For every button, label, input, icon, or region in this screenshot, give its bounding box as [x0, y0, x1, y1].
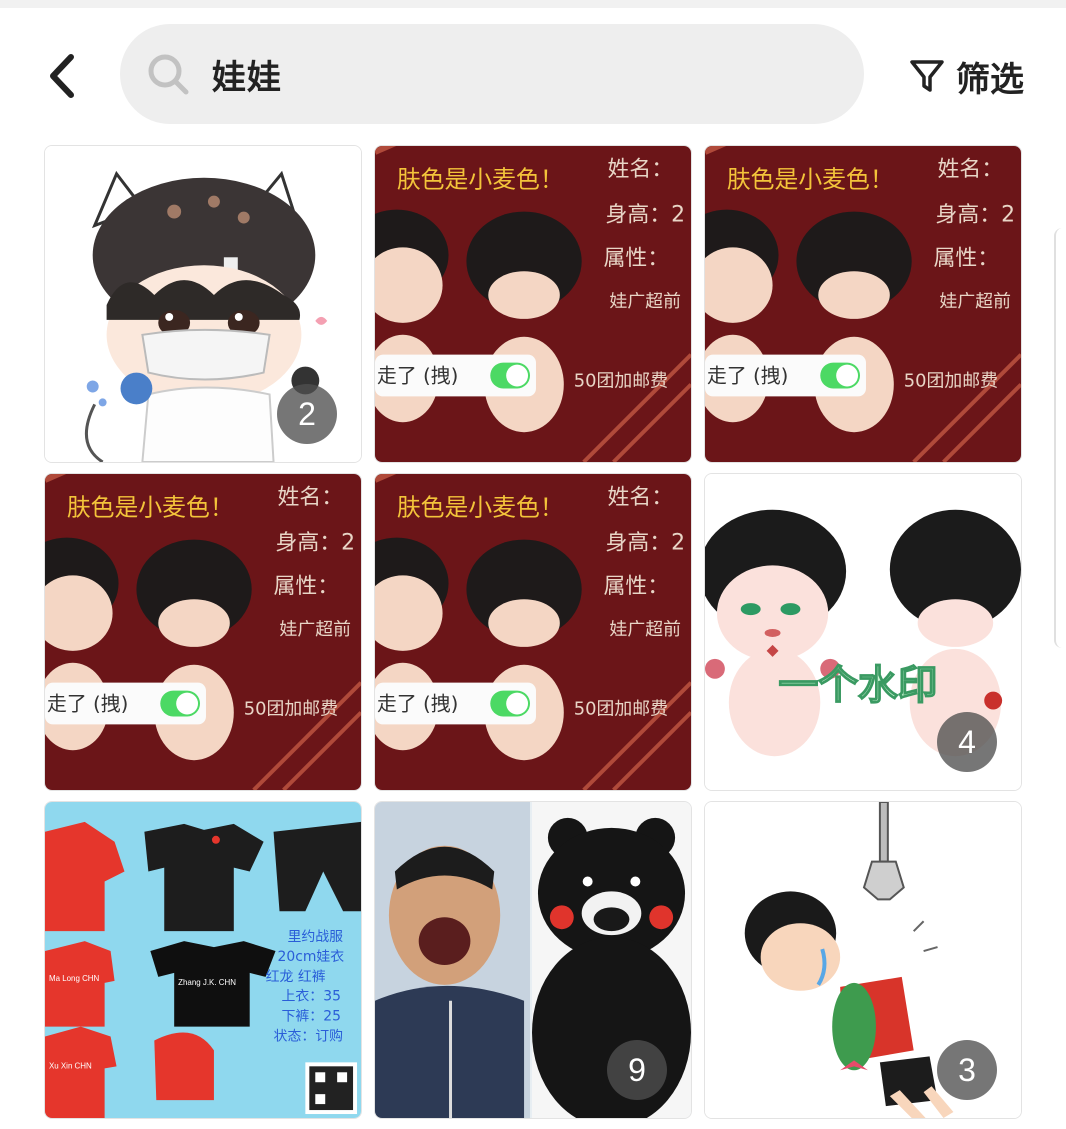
image-count-badge: 4	[937, 712, 997, 772]
image-tile-8[interactable]: 9	[374, 801, 692, 1119]
image-count-badge: 9	[607, 1040, 667, 1100]
image-tile-1[interactable]: 2	[44, 145, 362, 463]
tile-caption: 肤色是小麦色！	[397, 166, 564, 194]
tile-side-text: 属性：	[604, 246, 670, 271]
tile-side-text: 50团加邮费	[574, 698, 668, 719]
tile-side-text: 身高：2	[606, 531, 686, 556]
image-tile-7[interactable]: Ma Long CHN Zhang J.K. CHN Xu Xin CHN 里约…	[44, 801, 362, 1119]
tile-side-text: 娃广超前	[610, 619, 682, 640]
tile-side-text: 身高：2	[606, 203, 686, 228]
shirt-label: Xu Xin CHN	[49, 1061, 92, 1070]
tile-side-text: 娃广超前	[610, 291, 682, 312]
search-icon	[146, 52, 190, 96]
tile-toggle-text: 走了 (拽)	[377, 693, 458, 716]
filter-label: 筛选	[956, 59, 1024, 100]
image-tile-5[interactable]: 肤色是小麦色！ 姓名： 身高：2 属性： 娃广超前 50团加邮费 走了 (拽)	[374, 473, 692, 791]
shirt-label: Zhang J.K. CHN	[178, 978, 236, 987]
tile-side-text: 上衣：35	[282, 989, 341, 1005]
tile-side-text: 50团加邮费	[244, 698, 338, 719]
tile-caption: 肤色是小麦色！	[397, 494, 564, 522]
tile-side-text: 身高：2	[936, 203, 1016, 228]
tile-caption: 肤色是小麦色！	[727, 166, 894, 194]
watermark-text: 一个水印	[779, 663, 938, 709]
filter-button[interactable]: 筛选	[908, 50, 1024, 102]
image-count-badge: 3	[937, 1040, 997, 1100]
back-button[interactable]	[34, 48, 90, 104]
image-tile-2[interactable]: 肤色是小麦色！ 姓名： 身高：2 属性： 娃广超前 50团加邮费 走了 (拽)	[374, 145, 692, 463]
tile-side-text: 红龙 红裤	[266, 969, 326, 985]
image-tile-4[interactable]: 肤色是小麦色！ 姓名： 身高：2 属性： 娃广超前 50团加邮费 走了 (拽)	[44, 473, 362, 791]
tile-toggle-text: 走了 (拽)	[707, 365, 788, 388]
tile-side-text: 50团加邮费	[904, 370, 998, 391]
tile-side-text: 娃广超前	[940, 291, 1012, 312]
doll-outfits-image: Ma Long CHN Zhang J.K. CHN Xu Xin CHN 里约…	[45, 802, 361, 1118]
tile-side-text: 属性：	[274, 574, 340, 599]
tile-side-text: 下裤：25	[282, 1009, 341, 1025]
tile-side-text: 状态：订购	[274, 1028, 344, 1044]
tile-side-text: 姓名：	[608, 157, 674, 182]
doll-skin-tone-image: 肤色是小麦色！ 姓名： 身高：2 属性： 娃广超前 50团加邮费 走了 (拽)	[375, 474, 691, 790]
shirt-label: Ma Long CHN	[49, 974, 100, 983]
doll-skin-tone-image: 肤色是小麦色！ 姓名： 身高：2 属性： 娃广超前 50团加邮费 走了 (拽)	[45, 474, 361, 790]
tile-side-text: 20cm娃衣	[278, 949, 345, 965]
tile-toggle-text: 走了 (拽)	[47, 693, 128, 716]
tile-side-text: 身高：2	[276, 531, 356, 556]
scrollbar-edge	[1054, 228, 1066, 648]
image-count-badge: 2	[277, 384, 337, 444]
back-arrow-icon	[50, 54, 74, 98]
filter-funnel-icon	[910, 60, 944, 92]
status-bar-strip	[0, 0, 1066, 8]
tile-side-text: 里约战服	[287, 929, 343, 945]
tile-side-text: 姓名：	[278, 485, 344, 510]
image-tile-3[interactable]: 肤色是小麦色！ 姓名： 身高：2 属性： 娃广超前 50团加邮费 走了 (拽)	[704, 145, 1022, 463]
tile-toggle-text: 走了 (拽)	[377, 365, 458, 388]
search-query-text: 娃娃	[212, 57, 282, 98]
image-tile-9[interactable]: 3	[704, 801, 1022, 1119]
tile-side-text: 娃广超前	[280, 619, 352, 640]
tile-side-text: 属性：	[604, 574, 670, 599]
tile-side-text: 姓名：	[608, 485, 674, 510]
tile-side-text: 属性：	[934, 246, 1000, 271]
tile-side-text: 50团加邮费	[574, 370, 668, 391]
doll-skin-tone-image: 肤色是小麦色！ 姓名： 身高：2 属性： 娃广超前 50团加邮费 走了 (拽)	[705, 146, 1021, 462]
tile-caption: 肤色是小麦色！	[67, 494, 234, 522]
tile-side-text: 姓名：	[938, 157, 1004, 182]
image-tile-6[interactable]: 一个水印 4	[704, 473, 1022, 791]
doll-skin-tone-image: 肤色是小麦色！ 姓名： 身高：2 属性： 娃广超前 50团加邮费 走了 (拽)	[375, 146, 691, 462]
search-input[interactable]: 娃娃	[120, 24, 864, 124]
